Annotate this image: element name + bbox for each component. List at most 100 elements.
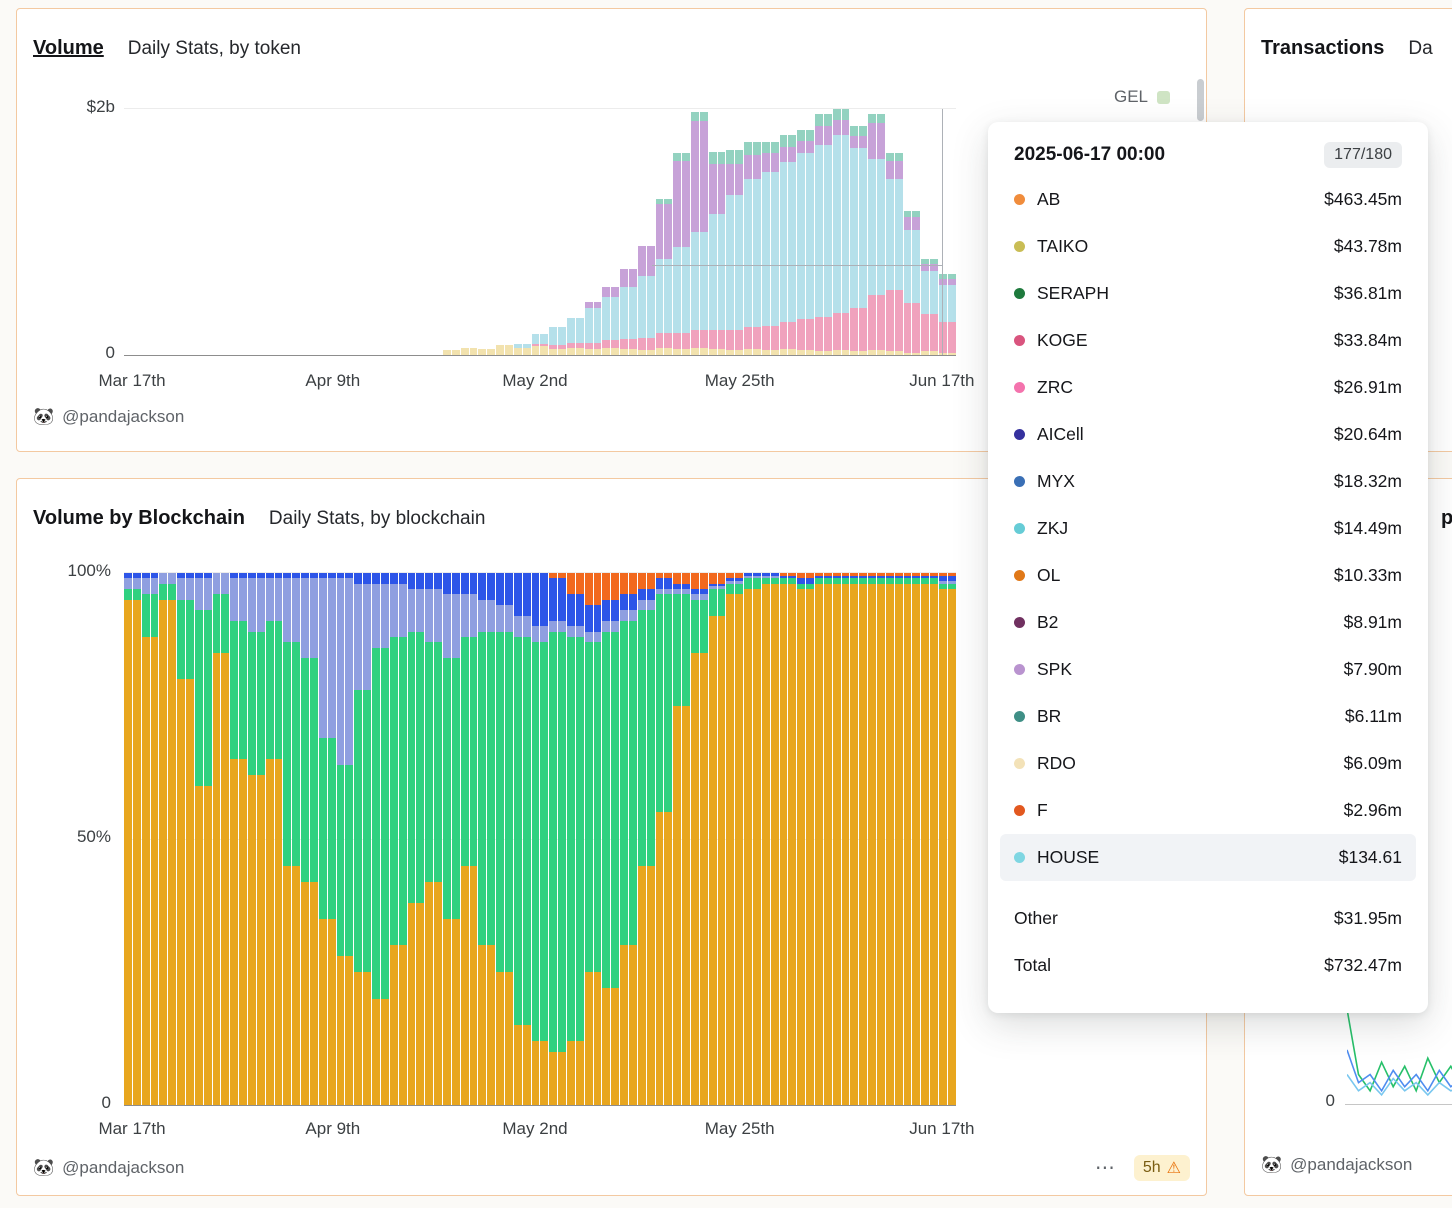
bar[interactable] [797,573,805,1105]
bar[interactable] [877,573,885,1105]
bar[interactable] [647,246,655,355]
bar[interactable] [248,573,256,1105]
bar[interactable] [682,153,690,355]
bar[interactable] [930,259,938,355]
bar[interactable] [788,135,796,355]
legend-item-gel[interactable]: GEL [1114,87,1170,107]
bar[interactable] [452,350,460,355]
bar[interactable] [762,142,770,355]
bar[interactable] [275,573,283,1105]
bar[interactable] [239,573,247,1105]
bar[interactable] [656,199,664,355]
bar[interactable] [487,349,495,355]
bar[interactable] [399,573,407,1105]
bar[interactable] [930,573,938,1105]
bar[interactable] [416,573,424,1105]
bar[interactable] [859,126,867,355]
bar[interactable] [895,573,903,1105]
transactions-title-link[interactable]: Transactions [1261,37,1384,60]
bar[interactable] [292,573,300,1105]
bar[interactable] [948,274,956,355]
bar[interactable] [921,573,929,1105]
bar[interactable] [195,573,203,1105]
bar[interactable] [257,573,265,1105]
bar[interactable] [230,573,238,1105]
bar[interactable] [496,345,504,355]
bar[interactable] [673,153,681,355]
bar[interactable] [629,573,637,1105]
bar[interactable] [904,573,912,1105]
bar[interactable] [735,573,743,1105]
bar[interactable] [771,573,779,1105]
bar[interactable] [815,573,823,1105]
bar[interactable] [594,302,602,355]
bar[interactable] [682,573,690,1105]
bar[interactable] [213,573,221,1105]
bar[interactable] [576,573,584,1105]
bar[interactable] [549,573,557,1105]
bar[interactable] [142,573,150,1105]
bar[interactable] [124,573,132,1105]
bar[interactable] [656,573,664,1105]
bar[interactable] [221,573,229,1105]
bar[interactable] [664,573,672,1105]
bar[interactable] [133,573,141,1105]
bar[interactable] [461,573,469,1105]
bar[interactable] [629,269,637,355]
bar[interactable] [523,573,531,1105]
bar[interactable] [718,573,726,1105]
bar[interactable] [744,573,752,1105]
bar[interactable] [895,153,903,355]
bar[interactable] [532,334,540,355]
bar[interactable] [496,573,504,1105]
bar[interactable] [602,287,610,355]
bar[interactable] [833,109,841,355]
bar[interactable] [585,302,593,355]
bar[interactable] [726,150,734,355]
bar[interactable] [567,318,575,355]
bar[interactable] [912,573,920,1105]
bar[interactable] [850,126,858,355]
bar[interactable] [842,573,850,1105]
bar[interactable] [806,130,814,355]
bar[interactable] [647,573,655,1105]
bar[interactable] [594,573,602,1105]
bar[interactable] [868,573,876,1105]
bar[interactable] [558,573,566,1105]
bar[interactable] [301,573,309,1105]
bar[interactable] [514,344,522,355]
bar[interactable] [886,153,894,355]
bar[interactable] [354,573,362,1105]
bar[interactable] [514,573,522,1105]
bar[interactable] [204,573,212,1105]
bar[interactable] [540,573,548,1105]
bar[interactable] [842,109,850,355]
bar[interactable] [638,246,646,355]
bar[interactable] [470,573,478,1105]
bar[interactable] [753,573,761,1105]
legend-scrollbar[interactable] [1197,79,1204,121]
bar[interactable] [948,573,956,1105]
bar[interactable] [283,573,291,1105]
bar[interactable] [753,142,761,355]
bar[interactable] [691,573,699,1105]
bar[interactable] [425,573,433,1105]
bar[interactable] [390,573,398,1105]
bar[interactable] [815,114,823,355]
bar[interactable] [735,150,743,355]
bar[interactable] [833,573,841,1105]
staleness-badge[interactable]: 5h ⚠ [1134,1155,1190,1181]
bar[interactable] [638,573,646,1105]
bar[interactable] [328,573,336,1105]
bar[interactable] [620,269,628,355]
bar[interactable] [186,573,194,1105]
bar[interactable] [709,573,717,1105]
bar[interactable] [159,573,167,1105]
author-link[interactable]: 🐼 @pandajackson [1261,1155,1412,1175]
bar[interactable] [797,130,805,355]
volume-title-link[interactable]: Volume [33,37,104,60]
bar[interactable] [673,573,681,1105]
bar[interactable] [726,573,734,1105]
bar[interactable] [487,573,495,1105]
bar[interactable] [620,573,628,1105]
